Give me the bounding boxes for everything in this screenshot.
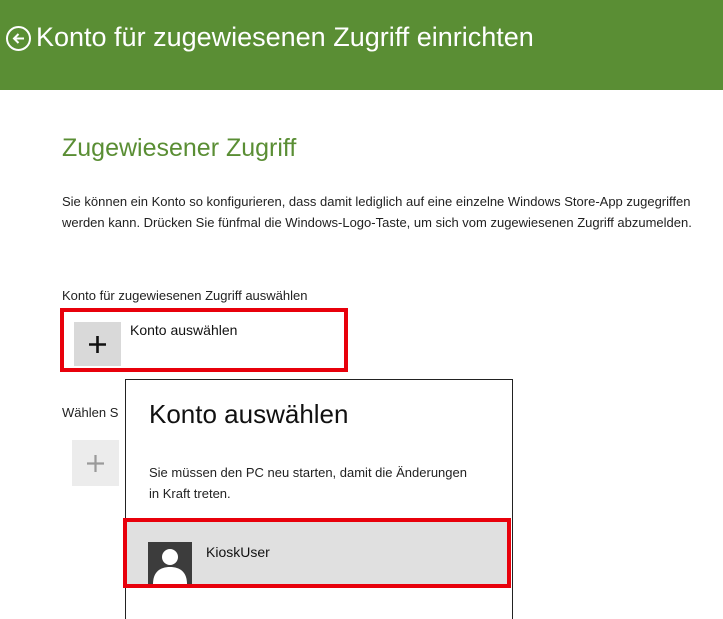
back-arrow-circle-icon[interactable] <box>6 26 31 51</box>
flyout-title: Konto auswählen <box>149 399 349 429</box>
description-text: Sie können ein Konto so konfigurieren, d… <box>62 194 692 230</box>
choose-account-button[interactable]: Konto auswählen <box>60 308 348 372</box>
choose-account-label: Konto auswählen <box>130 322 238 338</box>
choose-app-button[interactable] <box>72 440 119 486</box>
restart-notice: Sie müssen den PC neu starten, damit die… <box>149 465 467 501</box>
account-section-label: Konto für zugewiesenen Zugriff auswählen <box>62 288 308 303</box>
page-title: Konto für zugewiesenen Zugriff einrichte… <box>36 22 534 52</box>
plus-icon <box>87 455 104 472</box>
user-avatar-icon <box>148 542 192 584</box>
choose-account-flyout: Konto auswählen Sie müssen den PC neu st… <box>123 379 513 619</box>
app-section-label: Wählen S <box>62 405 119 420</box>
user-list-item[interactable]: KioskUser <box>123 518 511 588</box>
header-bar: Konto für zugewiesenen Zugriff einrichte… <box>0 0 723 90</box>
user-name: KioskUser <box>206 544 270 560</box>
section-title: Zugewiesener Zugriff <box>62 134 297 162</box>
plus-icon <box>74 322 121 366</box>
